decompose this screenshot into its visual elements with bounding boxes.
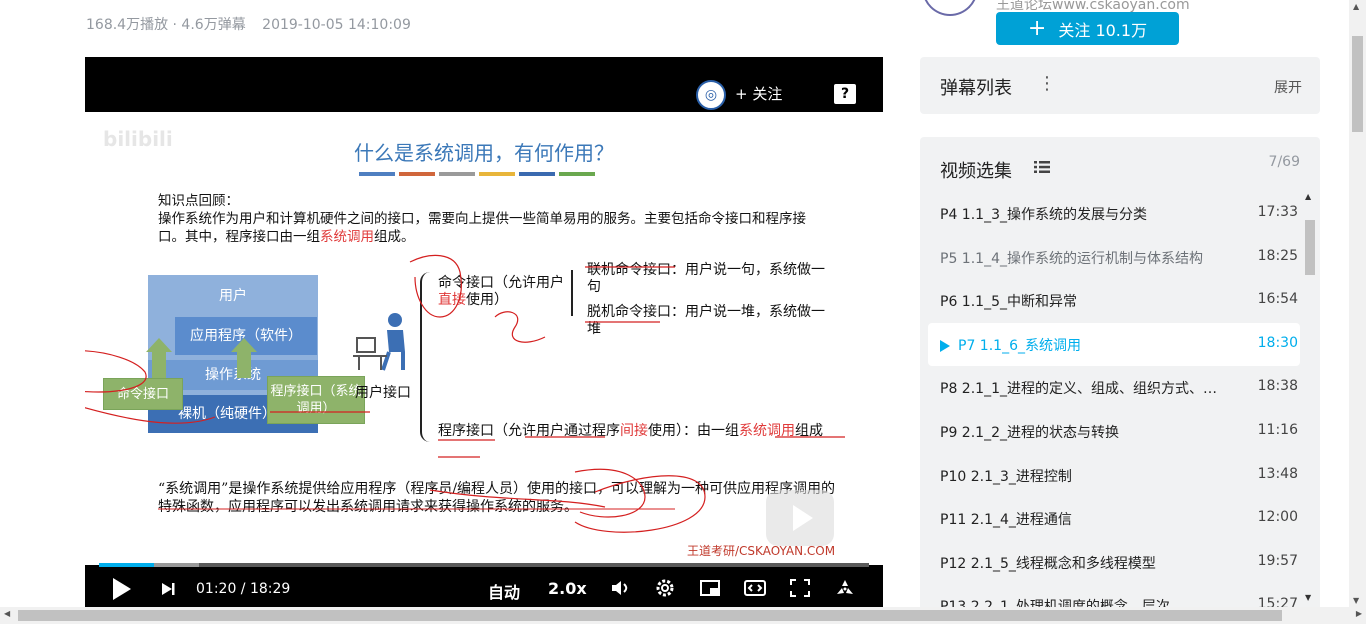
- expand-button[interactable]: 展开: [1274, 77, 1302, 97]
- episode-item[interactable]: P12 2.1_5_线程概念和多线程模型 19:57: [920, 541, 1312, 585]
- episode-title: P11 2.1_4_进程通信: [940, 512, 1072, 529]
- slide-frame: bilibili 什么是系统调用，有何作用？ 知识点回顾： 操作系统作为用户和计…: [85, 112, 883, 565]
- episode-title: P7 1.1_6_系统调用: [940, 335, 1240, 355]
- page-vertical-scrollbar[interactable]: ▲ ▼: [1349, 0, 1366, 607]
- player-top-bar: ◎ + 关注 ?: [85, 57, 883, 112]
- picture-in-picture-icon[interactable]: [699, 578, 721, 598]
- episode-item[interactable]: P10 2.1_3_进程控制 13:48: [920, 454, 1312, 498]
- page: 168.4万播放 · 4.6万弹幕 2019-10-05 14:10:09 ◎ …: [0, 0, 1366, 624]
- total-time: 18:29: [249, 581, 291, 597]
- episode-title: P8 2.1_1_进程的定义、组成、组织方式、…: [940, 381, 1217, 398]
- more-menu-icon[interactable]: ⋮: [1038, 73, 1056, 94]
- help-icon[interactable]: ?: [834, 84, 856, 104]
- scroll-thumb[interactable]: [1305, 220, 1315, 275]
- danmaku-title: 弹幕列表: [940, 78, 1012, 99]
- scroll-down-icon[interactable]: ▼: [1305, 593, 1311, 602]
- play-icon[interactable]: [113, 578, 131, 600]
- episode-duration: 18:30: [1257, 334, 1298, 351]
- episode-duration: 19:57: [1257, 552, 1298, 569]
- widescreen-icon[interactable]: [744, 578, 766, 598]
- episode-duration: 17:33: [1257, 204, 1298, 220]
- progress-fill: [99, 563, 155, 567]
- progress-bar[interactable]: [99, 563, 869, 567]
- episode-item[interactable]: P11 2.1_4_进程通信 12:00: [920, 497, 1312, 541]
- scroll-down-icon[interactable]: ▼: [1353, 596, 1359, 605]
- handwritten-annotations: [85, 254, 845, 533]
- settings-gear-icon[interactable]: [654, 578, 676, 598]
- up-avatar[interactable]: [922, 0, 978, 16]
- scroll-thumb[interactable]: [1352, 36, 1363, 132]
- episode-scrollbar[interactable]: ▲ ▼: [1304, 192, 1315, 602]
- episode-item[interactable]: P6 1.1_5_中断和异常 16:54: [920, 279, 1312, 323]
- follow-label: 关注 10.1万: [1058, 20, 1148, 40]
- page-horizontal-scrollbar[interactable]: ◀ ▶: [0, 607, 1366, 624]
- episode-title: P4 1.1_3_操作系统的发展与分类: [940, 207, 1147, 223]
- episode-duration: 12:00: [1257, 509, 1298, 526]
- episode-title: P12 2.1_5_线程概念和多线程模型: [940, 555, 1156, 572]
- episode-count: 7/69: [1268, 154, 1300, 170]
- next-episode-icon[interactable]: [160, 581, 176, 597]
- play-count: 168.4万播放 · 4.6万弹幕: [86, 17, 246, 33]
- episode-duration: 18:38: [1257, 378, 1298, 395]
- list-view-icon[interactable]: [1034, 160, 1050, 174]
- follow-button[interactable]: + 关注 10.1万: [996, 12, 1179, 45]
- publish-date: 2019-10-05 14:10:09: [262, 17, 411, 33]
- episode-panel: 视频选集 7/69 P4 1.1_3_操作系统的发展与分类 17:33 P5 1.1…: [920, 137, 1320, 617]
- episode-item[interactable]: P7 1.1_6_系统调用 18:30: [928, 322, 1300, 367]
- episode-title: P6 1.1_5_中断和异常: [940, 294, 1077, 311]
- episode-item[interactable]: P8 2.1_1_进程的定义、组成、组织方式、… 18:38: [920, 366, 1312, 410]
- scroll-up-icon[interactable]: ▲: [1305, 192, 1311, 201]
- episode-list: P4 1.1_3_操作系统的发展与分类 17:33 P5 1.1_4_操作系统的运行…: [920, 192, 1312, 617]
- speed-selector[interactable]: 2.0x: [548, 579, 587, 598]
- episode-title: 视频选集: [940, 161, 1012, 182]
- danmaku-list-panel[interactable]: 弹幕列表 ⋮ 展开: [920, 57, 1320, 114]
- scroll-left-icon[interactable]: ◀: [4, 609, 10, 618]
- episode-item[interactable]: P5 1.1_4_操作系统的运行机制与体系结构 18:25: [920, 236, 1312, 280]
- episode-item[interactable]: P9 2.1_2_进程的状态与转换 11:16: [920, 410, 1312, 454]
- follow-small-button[interactable]: + 关注: [735, 83, 782, 104]
- episode-duration: 16:54: [1257, 291, 1298, 308]
- time-display: 01:20 / 18:29: [196, 581, 291, 597]
- scroll-right-icon[interactable]: ▶: [1356, 609, 1362, 618]
- episode-duration: 18:25: [1257, 247, 1298, 264]
- plus-icon: +: [1027, 16, 1047, 41]
- episode-duration: 13:48: [1257, 465, 1298, 482]
- volume-icon[interactable]: [609, 578, 631, 598]
- up-avatar-small[interactable]: ◎: [696, 80, 726, 110]
- player-controls: 01:20 / 18:29 自动 2.0x: [85, 569, 883, 607]
- episode-duration: 11:16: [1257, 421, 1298, 438]
- video-player[interactable]: ◎ + 关注 ? bilibili 什么是系统调用，有何作用？ 知识点回顾： 操…: [85, 57, 883, 607]
- scroll-thumb[interactable]: [18, 610, 1282, 621]
- episode-title: P9 2.1_2_进程的状态与转换: [940, 424, 1119, 441]
- quality-selector[interactable]: 自动: [488, 579, 520, 603]
- fullscreen-icon[interactable]: [834, 578, 856, 598]
- episode-title: P5 1.1_4_操作系统的运行机制与体系结构: [940, 250, 1203, 267]
- video-meta: 168.4万播放 · 4.6万弹幕 2019-10-05 14:10:09: [86, 14, 423, 34]
- playing-icon: [940, 339, 950, 352]
- big-play-icon[interactable]: [766, 490, 834, 546]
- scroll-up-icon[interactable]: ▲: [1353, 2, 1359, 11]
- episode-item[interactable]: P4 1.1_3_操作系统的发展与分类 17:33: [920, 192, 1312, 236]
- episode-title: P10 2.1_3_进程控制: [940, 468, 1072, 485]
- current-time: 01:20: [196, 581, 237, 597]
- fullscreen-page-icon[interactable]: [789, 578, 811, 598]
